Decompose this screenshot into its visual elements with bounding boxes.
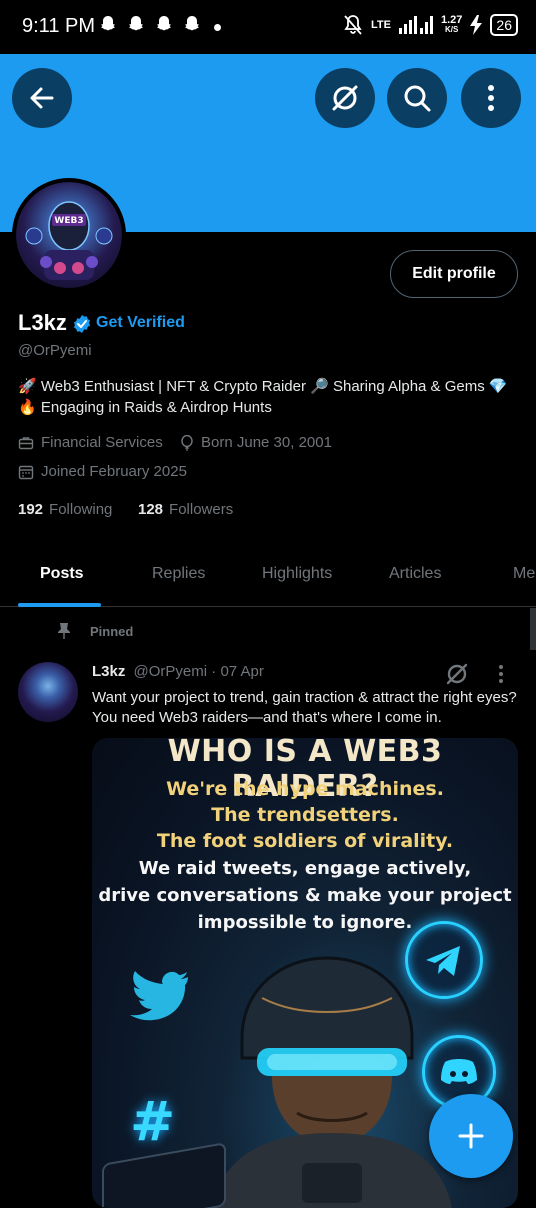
network-speed: 1.27 K/S (441, 14, 463, 35)
tab-articles[interactable]: Articles (389, 565, 441, 583)
tab-highlights[interactable]: Highlights (262, 565, 332, 583)
more-notifications-dot (214, 24, 221, 31)
avatar-art: WEB3 (25, 201, 113, 280)
followers-link[interactable]: 128 Followers (138, 501, 233, 518)
followers-label: Followers (169, 501, 234, 518)
snapchat-icon (154, 14, 174, 34)
post-author-handle[interactable]: @OrPyemi (134, 663, 208, 680)
profile-bio: 🚀 Web3 Enthusiast | NFT & Crypto Raider … (18, 376, 518, 418)
twitter-bird-icon (130, 971, 188, 1021)
grok-icon (332, 85, 358, 111)
post-author-name[interactable]: L3kz (92, 663, 125, 680)
charging-icon (470, 15, 483, 35)
following-count: 192 (18, 501, 44, 518)
avatar-web3-text: WEB3 (54, 216, 83, 226)
search-button[interactable] (387, 68, 447, 128)
more-vertical-icon (499, 665, 503, 683)
grok-button[interactable] (315, 68, 375, 128)
plus-icon (458, 1123, 484, 1149)
arrow-left-icon (30, 87, 54, 109)
balloon-icon (181, 434, 193, 451)
hashtag-icon: # (130, 1090, 176, 1153)
more-options-button[interactable] (461, 68, 521, 128)
status-time: 9:11 PM (22, 15, 95, 37)
compose-button[interactable] (429, 1094, 513, 1178)
profile-avatar[interactable]: WEB3 (12, 178, 126, 292)
image-text-line: The trendsetters. (211, 804, 399, 826)
mute-bell-icon (344, 15, 362, 35)
image-text-line: The foot soldiers of virality. (156, 830, 454, 852)
scrollbar[interactable] (530, 608, 536, 650)
back-button[interactable] (12, 68, 72, 128)
image-text-line: drive conversations & make your project (98, 885, 512, 906)
laptop-illustration (102, 1142, 226, 1208)
snapchat-icon (98, 14, 118, 34)
post-date[interactable]: · 07 Apr (211, 663, 264, 680)
grok-icon (446, 663, 468, 685)
profile-tabs: Posts Replies Highlights Articles Me (0, 548, 536, 607)
signal-icon (399, 16, 433, 34)
following-label: Following (49, 501, 113, 518)
pin-icon (58, 623, 70, 639)
profile-handle: @OrPyemi (18, 342, 92, 359)
more-vertical-icon (488, 85, 494, 111)
pinned-indicator: Pinned (56, 622, 133, 640)
soldier-illustration (212, 956, 452, 1208)
profile-joined: Joined February 2025 (18, 463, 187, 480)
system-indicators: LTE 1.27 K/S 26 (343, 14, 518, 36)
briefcase-icon (18, 436, 34, 449)
verified-badge-icon (74, 315, 90, 333)
edit-profile-button[interactable]: Edit profile (390, 250, 518, 298)
get-verified-link[interactable]: Get Verified (96, 314, 185, 332)
post-author-avatar[interactable] (18, 662, 78, 722)
network-label: LTE (371, 19, 391, 31)
search-icon (404, 85, 431, 112)
calendar-icon (18, 465, 34, 479)
profile-birthday: Born June 30, 2001 (180, 434, 332, 451)
bio-line: 🔥 Engaging in Raids & Airdrop Hunts (18, 399, 272, 416)
bio-line: 🚀 Web3 Enthusiast | NFT & Crypto Raider … (18, 378, 508, 395)
tab-media[interactable]: Me (513, 565, 535, 583)
status-bar: 9:11 PM LTE 1.27 K/S 26 (0, 0, 536, 54)
notification-icons (98, 14, 202, 34)
snapchat-icon (126, 14, 146, 34)
followers-count: 128 (138, 501, 164, 518)
image-text-line: We're the hype machines. (166, 778, 444, 800)
following-link[interactable]: 192 Following (18, 501, 112, 518)
post-more-button[interactable] (498, 664, 504, 689)
profile-category: Financial Services (18, 434, 163, 451)
post-header: L3kz @OrPyemi · 07 Apr (92, 663, 264, 680)
tab-replies[interactable]: Replies (152, 565, 205, 583)
snapchat-icon (182, 14, 202, 34)
post-text: Want your project to trend, gain tractio… (92, 689, 517, 726)
active-tab-indicator (18, 603, 101, 607)
battery-indicator: 26 (490, 14, 518, 36)
profile-display-name: L3kz (18, 310, 67, 335)
avatar-image: WEB3 (16, 182, 122, 288)
tab-posts[interactable]: Posts (40, 565, 84, 583)
image-text-line: We raid tweets, engage actively, (138, 858, 472, 879)
